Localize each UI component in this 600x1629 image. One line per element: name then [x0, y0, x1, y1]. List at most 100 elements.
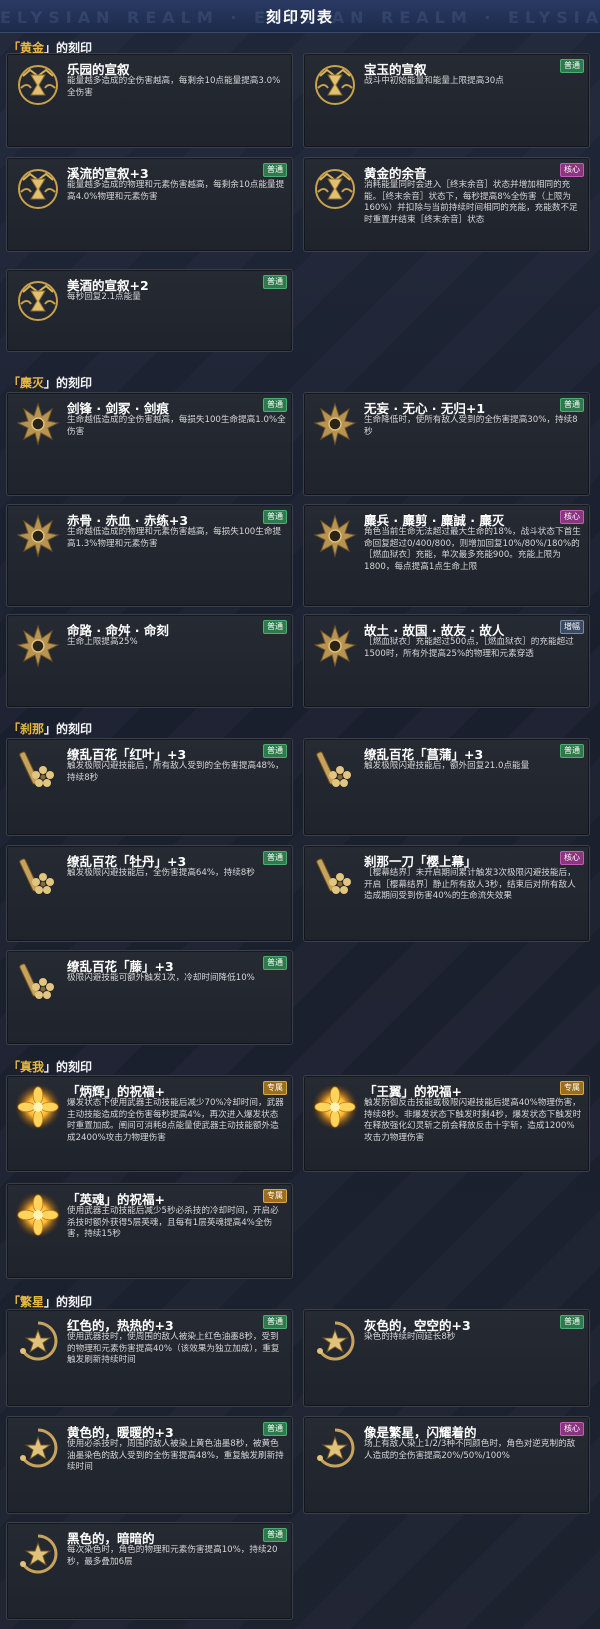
engraving-card[interactable]: 「英魂」的祝福+ 专属 使用武器主动技能后减少5秒必杀技的冷却时间，开启必杀技时额外…: [6, 1183, 293, 1279]
engraving-description: 使用必杀技时，周围的敌人被染上黄色油墨8秒，被黄色油墨染色的敌人受到的全伤害提高…: [67, 1439, 284, 1472]
engraving-description: 极限闪避技能可额外触发1次，冷却时间降低10%: [67, 973, 255, 983]
rarity-badge: 增幅: [560, 620, 584, 634]
radiant-flower-icon: [14, 1083, 62, 1131]
star-swirl-icon: [14, 1530, 62, 1578]
engraving-card[interactable]: 缭乱百花「红叶」+3 普通 触发极限闪避技能后，所有敌人受到的全伤害提高48%，持续…: [6, 738, 293, 836]
engraving-description: 触发极限闪避技能后，所有敌人受到的全伤害提高48%，持续8秒: [67, 761, 284, 783]
engraving-card[interactable]: 赤骨 · 赤血 · 赤练+3 普通 生命越低造成的物理和元素伤害越高，每损失100生…: [6, 504, 293, 607]
engraving-card[interactable]: 刹那一刀「樱上幕」 核心 ［樱幕结界］未开启期间累计触发3次极限闪避技能后，开启［樱…: [303, 845, 590, 942]
engraving-card[interactable]: 缭乱百花「菖蒲」+3 普通 触发极限闪避技能后，额外回复21.0点能量: [303, 738, 590, 836]
engraving-card[interactable]: 像是繁星，闪耀着的 核心 场上有敌人染上1/2/3种不同颜色时，角色对逆克制的敌人造…: [303, 1416, 590, 1514]
engraving-card[interactable]: 无妄 · 无心 · 无归+1 普通 生命降低时，使所有敌人受到的全伤害提高30%，持…: [303, 392, 590, 496]
rarity-badge: 专属: [263, 1081, 287, 1095]
engraving-description: 消耗能量同时会进入［终末余音］状态并增加相同的充能。［终末余音］状态下，每秒提高…: [364, 180, 578, 225]
engraving-description: 触发极限闪避技能后，额外回复21.0点能量: [364, 761, 530, 771]
engraving-card[interactable]: 黄色的，暖暖的+3 普通 使用必杀技时，周围的敌人被染上黄色油墨8秒，被黄色油墨染色…: [6, 1416, 293, 1514]
engraving-description: 生命上限提高25%: [67, 637, 138, 647]
gold-hourglass-icon: [311, 165, 359, 213]
section-suffix: 」的刻印: [44, 722, 93, 736]
engraving-card[interactable]: 乐园的宣叙 能量越多造成的全伤害越高，每剩余10点能量提高3.0%全伤害: [6, 53, 293, 148]
gold-hourglass-icon: [14, 277, 62, 325]
engraving-card[interactable]: 宝玉的宣叙 普通 战斗中初始能量和能量上限提高30点: [303, 53, 590, 148]
rarity-badge: 普通: [263, 1528, 287, 1542]
section-label-kalpa: 「刹那」的刻印: [8, 720, 92, 737]
rarity-badge: 普通: [263, 510, 287, 524]
engraving-card[interactable]: 红色的，热热的+3 普通 使用武器技时，使周围的敌人被染上红色油墨8秒，受到的物理和…: [6, 1309, 293, 1407]
engraving-description: 战斗中初始能量和能量上限提高30点: [364, 76, 504, 86]
engraving-card[interactable]: 黑色的，暗暗的 普通 每次染色时，角色的物理和元素伤害提高10%，持续20秒，最多叠…: [6, 1522, 293, 1620]
destruction-crown-icon: [14, 400, 62, 448]
rarity-badge: 专属: [560, 1081, 584, 1095]
destruction-crown-icon: [311, 400, 359, 448]
blossom-blade-icon: [311, 853, 359, 901]
engraving-description: 触发极限闪避技能后，全伤害提高64%，持续8秒: [67, 868, 255, 878]
destruction-crown-icon: [311, 622, 359, 670]
engraving-description: 每次染色时，角色的物理和元素伤害提高10%，持续20秒，最多叠加6层: [67, 1545, 278, 1567]
rarity-badge: 普通: [263, 163, 287, 177]
section-name: 刹那: [20, 722, 45, 736]
section-suffix: 」的刻印: [44, 376, 93, 390]
rarity-badge: 普通: [263, 1315, 287, 1329]
engraving-description: 使用武器技时，使周围的敌人被染上红色油墨8秒，受到的物理和元素伤害提高40%（该…: [67, 1332, 280, 1365]
engraving-card[interactable]: 美酒的宣叙+2 普通 每秒回复2.1点能量: [6, 269, 293, 352]
engraving-card[interactable]: 剑锋 · 剑冢 · 剑痕 普通 生命越低造成的全伤害越高，每损失100生命提高1.0…: [6, 392, 293, 496]
section-name: 真我: [20, 1060, 45, 1074]
section-name: 麋灭: [20, 376, 45, 390]
blossom-blade-icon: [311, 746, 359, 794]
engraving-card[interactable]: 命路 · 命舛 · 命刻 普通 生命上限提高25%: [6, 614, 293, 708]
gold-hourglass-icon: [311, 61, 359, 109]
rarity-badge: 普通: [560, 59, 584, 73]
rarity-badge: 普通: [263, 851, 287, 865]
gold-hourglass-icon: [14, 61, 62, 109]
section-suffix: 」的刻印: [44, 1060, 93, 1074]
star-swirl-icon: [311, 1317, 359, 1365]
engraving-description: 角色当前生命无法超过最大生命的18%，战斗状态下首生命回复超过0/400/800…: [364, 527, 581, 572]
rarity-badge: 普通: [560, 1315, 584, 1329]
bracket-open: 「: [8, 722, 21, 736]
engraving-card[interactable]: 灰色的，空空的+3 普通 染色的持续时间延长8秒: [303, 1309, 590, 1407]
star-swirl-icon: [311, 1424, 359, 1472]
engraving-description: 使用武器主动技能后减少5秒必杀技的冷却时间，开启必杀技时额外获得5层英魂，且每有…: [67, 1206, 279, 1239]
star-swirl-icon: [14, 1317, 62, 1365]
header-watermark: ELYSIAN REALM · ELYSIAN REALM · ELYSIAN …: [0, 8, 600, 27]
engraving-card[interactable]: 故土 · 故国 · 故友 · 故人 增幅 ［燃血狱衣］充能超过500点，［燃血狱衣］…: [303, 614, 590, 708]
bracket-open: 「: [8, 1295, 21, 1309]
engraving-description: 生命降低时，使所有敌人受到的全伤害提高30%，持续8秒: [364, 415, 578, 437]
blossom-blade-icon: [14, 958, 62, 1006]
destruction-crown-icon: [14, 622, 62, 670]
rarity-badge: 核心: [560, 163, 584, 177]
engraving-description: ［燃血狱衣］充能超过500点，［燃血狱衣］的充能超过1500时，所有外提高25%…: [364, 637, 574, 659]
engraving-card[interactable]: 溪流的宣叙+3 普通 能量越多造成的物理和元素伤害越高，每剩余10点能量提高4.0%…: [6, 157, 293, 252]
blossom-blade-icon: [14, 746, 62, 794]
engraving-card[interactable]: 黄金的余音 核心 消耗能量同时会进入［终末余音］状态并增加相同的充能。［终末余音］状…: [303, 157, 590, 252]
engraving-description: 场上有敌人染上1/2/3种不同颜色时，角色对逆克制的敌人造成的全伤害提高20%/…: [364, 1439, 576, 1461]
rarity-badge: 普通: [263, 398, 287, 412]
rarity-badge: 普通: [263, 744, 287, 758]
engraving-description: 能量越多造成的物理和元素伤害越高，每剩余10点能量提高4.0%物理和元素伤害: [67, 180, 285, 202]
engraving-card[interactable]: 麋兵 · 麋剪 · 麋誠 · 麋灭 核心 角色当前生命无法超过最大生命的18%，战斗…: [303, 504, 590, 607]
engraving-description: 染色的持续时间延长8秒: [364, 1332, 456, 1342]
engraving-card[interactable]: 缭乱百花「藤」+3 普通 极限闪避技能可额外触发1次，冷却时间降低10%: [6, 950, 293, 1045]
engraving-description: ［樱幕结界］未开启期间累计触发3次极限闪避技能后，开启［樱幕结界］静止所有敌人3…: [364, 868, 576, 901]
page-header: ELYSIAN REALM · ELYSIAN REALM · ELYSIAN …: [0, 0, 600, 33]
engraving-card[interactable]: 「王翼」的祝福+ 专属 触发防御反击技能或极限闪避技能后提高40%物理伤害，持续8秒…: [303, 1075, 590, 1172]
rarity-badge: 核心: [560, 510, 584, 524]
engraving-card[interactable]: 「炳辉」的祝福+ 专属 爆发状态下使用武器主动技能后减少70%冷却时间，武器主动技能…: [6, 1075, 293, 1172]
engraving-description: 爆发状态下使用武器主动技能后减少70%冷却时间，武器主动技能造成的全伤害每秒提高…: [67, 1098, 284, 1143]
radiant-flower-icon: [311, 1083, 359, 1131]
destruction-crown-icon: [14, 512, 62, 560]
section-name: 繁星: [20, 1295, 45, 1309]
rarity-badge: 普通: [560, 398, 584, 412]
engraving-description: 每秒回复2.1点能量: [67, 292, 141, 302]
section-label-destruction: 「麋灭」的刻印: [8, 374, 92, 391]
rarity-badge: 核心: [560, 1422, 584, 1436]
rarity-badge: 核心: [560, 851, 584, 865]
section-label-self: 「真我」的刻印: [8, 1058, 92, 1075]
section-suffix: 」的刻印: [44, 1295, 93, 1309]
rarity-badge: 普通: [263, 275, 287, 289]
bracket-open: 「: [8, 1060, 21, 1074]
gold-hourglass-icon: [14, 165, 62, 213]
radiant-flower-icon: [14, 1191, 62, 1239]
engraving-card[interactable]: 缭乱百花「牡丹」+3 普通 触发极限闪避技能后，全伤害提高64%，持续8秒: [6, 845, 293, 942]
rarity-badge: 普通: [263, 956, 287, 970]
